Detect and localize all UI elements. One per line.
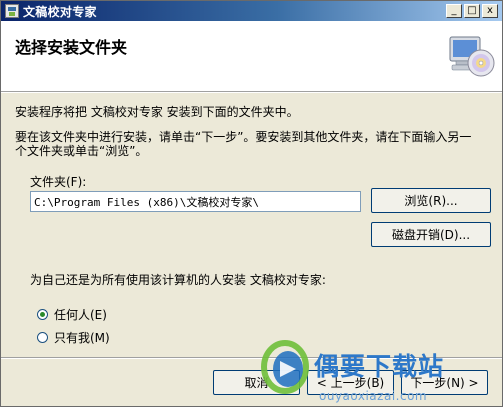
watermark-logo-icon [261, 340, 309, 394]
folder-path-input[interactable] [30, 191, 361, 212]
radio-label-only-me: 只有我(M) [54, 331, 110, 345]
radio-only-me[interactable]: 只有我(M) [37, 329, 110, 346]
watermark-title: 偶要下载站 [314, 352, 445, 381]
title-bar[interactable]: 文稿校对专家 _ □ x [1, 1, 502, 21]
computer-cd-icon [449, 36, 495, 77]
page-title: 选择安装文件夹 [15, 38, 128, 57]
radio-everyone[interactable]: 任何人(E) [37, 306, 107, 323]
maximize-button[interactable]: □ [464, 4, 480, 18]
radio-button[interactable] [37, 309, 48, 320]
watermark-url: ouyaoxiazai.com [319, 389, 428, 403]
disk-cost-button[interactable]: 磁盘开销(D)... [371, 222, 491, 247]
window-title: 文稿校对专家 [23, 4, 97, 19]
instructions-line-2: 个文件夹或单击“浏览”。 [15, 144, 148, 158]
radio-button[interactable] [37, 332, 48, 343]
window-controls: _ □ x [446, 4, 498, 18]
installer-app-icon [5, 4, 19, 18]
browse-button[interactable]: 浏览(R)... [371, 188, 491, 213]
install-for-question: 为自己还是为所有使用该计算机的人安装 文稿校对专家: [30, 273, 326, 287]
installer-window: 文稿校对专家 _ □ x 选择安装文件夹 安装程序将把 文稿校对专家 安装到下面… [0, 0, 503, 407]
minimize-button[interactable]: _ [446, 4, 462, 18]
header-band: 选择安装文件夹 [1, 21, 502, 93]
intro-text: 安装程序将把 文稿校对专家 安装到下面的文件夹中。 [15, 105, 299, 119]
folder-label: 文件夹(F): [30, 175, 87, 189]
close-button[interactable]: x [482, 4, 498, 18]
radio-label-everyone: 任何人(E) [54, 308, 107, 322]
